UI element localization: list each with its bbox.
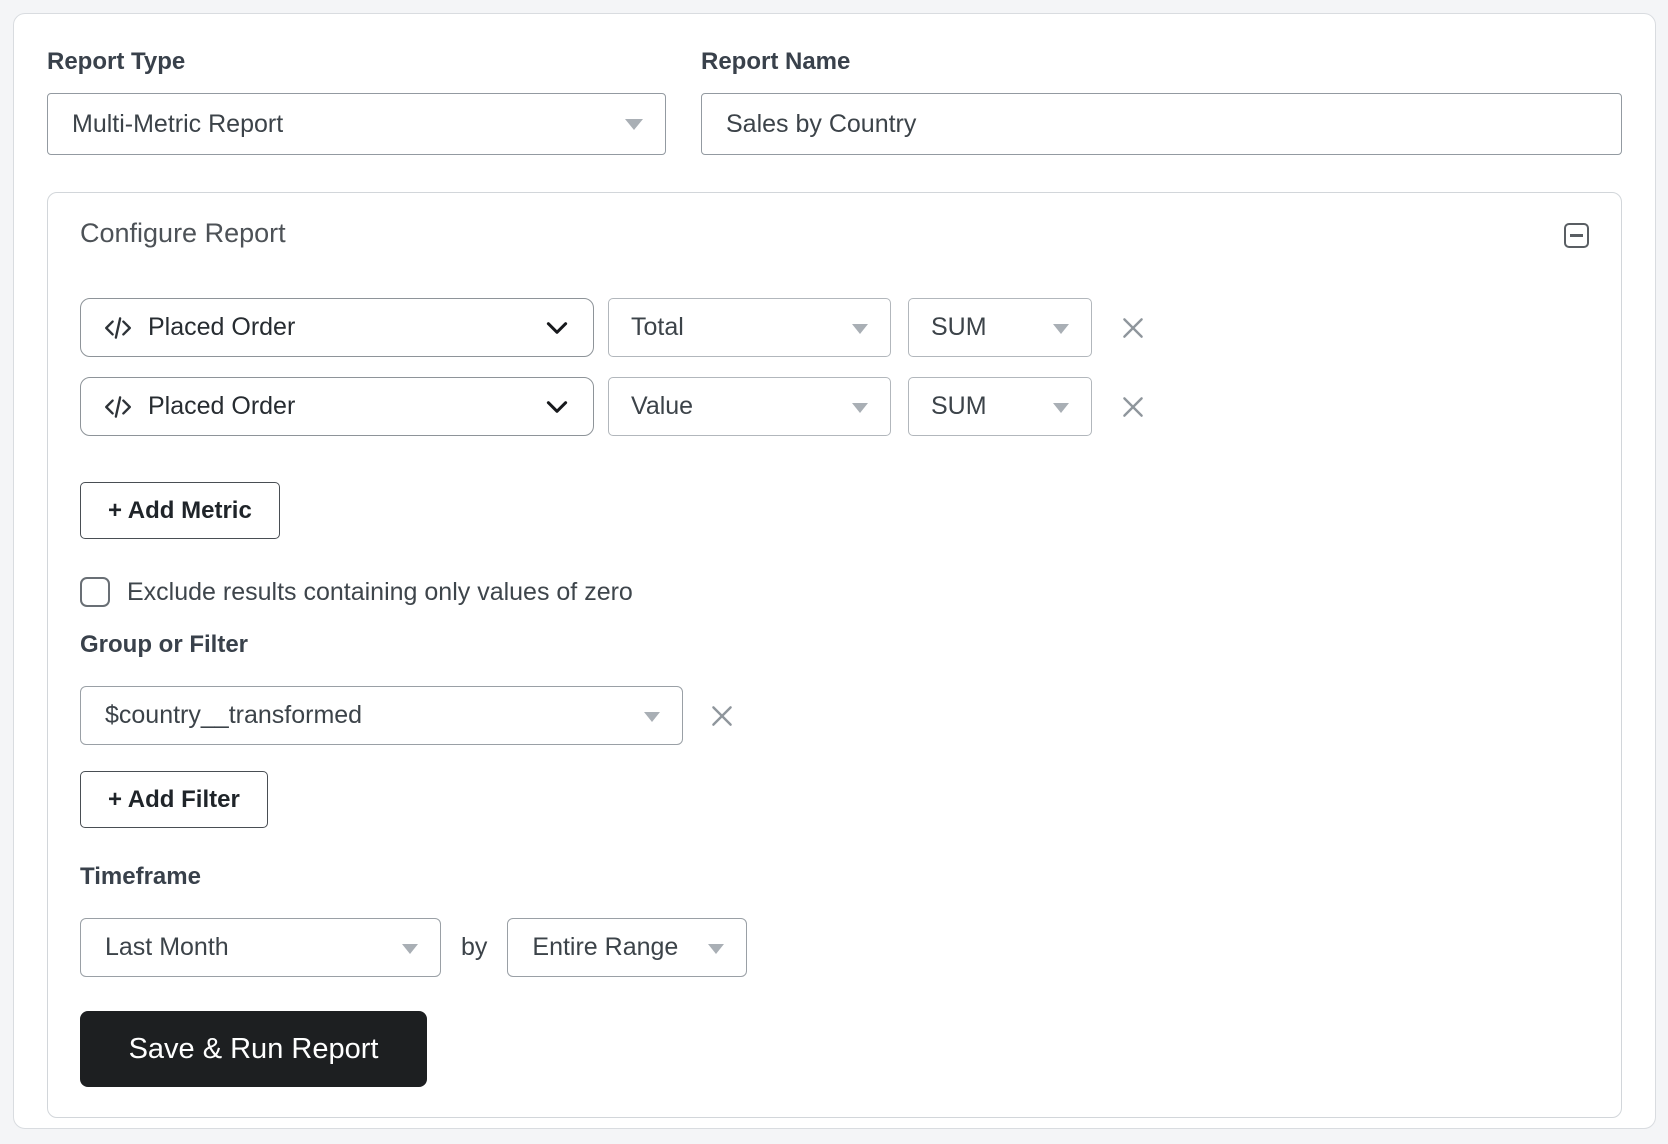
chevron-down-icon xyxy=(543,314,571,342)
chevron-down-icon xyxy=(543,393,571,421)
timeframe-label: Timeframe xyxy=(80,863,1589,891)
group-filter-value: $country__transformed xyxy=(105,701,362,730)
caret-down-icon xyxy=(644,712,660,722)
exclude-zero-row: Exclude results containing only values o… xyxy=(80,577,1589,607)
group-or-filter-label: Group or Filter xyxy=(80,631,1589,659)
top-row: Report Type Multi-Metric Report Report N… xyxy=(47,47,1622,155)
collapse-panel-button[interactable] xyxy=(1564,223,1589,248)
report-builder-card: Report Type Multi-Metric Report Report N… xyxy=(13,13,1656,1129)
report-type-select[interactable]: Multi-Metric Report xyxy=(47,93,666,155)
save-run-report-button[interactable]: Save & Run Report xyxy=(80,1011,427,1087)
caret-down-icon xyxy=(1053,324,1069,334)
close-icon xyxy=(708,702,736,730)
timeframe-range-select[interactable]: Last Month xyxy=(80,918,441,977)
caret-down-icon xyxy=(402,944,418,954)
caret-down-icon xyxy=(1053,403,1069,413)
exclude-zero-label: Exclude results containing only values o… xyxy=(127,578,633,607)
report-type-label: Report Type xyxy=(47,47,666,76)
remove-filter-button[interactable] xyxy=(707,701,737,731)
metric-attribute-select[interactable]: Total xyxy=(608,298,891,357)
configure-report-panel: Configure Report Placed Order Total xyxy=(47,192,1622,1118)
timeframe-interval-value: Entire Range xyxy=(532,933,678,962)
remove-metric-button[interactable] xyxy=(1118,313,1148,343)
timeframe-row: Last Month by Entire Range xyxy=(80,918,1589,977)
code-icon xyxy=(103,313,133,343)
metric-aggregation-value: SUM xyxy=(931,313,987,342)
metric-select-value: Placed Order xyxy=(148,313,295,342)
timeframe-by-label: by xyxy=(461,933,487,962)
close-icon xyxy=(1119,314,1147,342)
close-icon xyxy=(1119,393,1147,421)
panel-header: Configure Report xyxy=(80,217,1589,250)
code-icon xyxy=(103,392,133,422)
remove-metric-button[interactable] xyxy=(1118,392,1148,422)
caret-down-icon xyxy=(625,119,643,130)
report-name-label: Report Name xyxy=(701,47,1622,76)
add-filter-button[interactable]: + Add Filter xyxy=(80,771,268,828)
caret-down-icon xyxy=(852,324,868,334)
group-filter-row: $country__transformed xyxy=(80,686,1589,745)
timeframe-interval-select[interactable]: Entire Range xyxy=(507,918,747,977)
exclude-zero-checkbox[interactable] xyxy=(80,577,110,607)
caret-down-icon xyxy=(852,403,868,413)
metric-attribute-select[interactable]: Value xyxy=(608,377,891,436)
report-type-value: Multi-Metric Report xyxy=(72,110,283,139)
metric-aggregation-value: SUM xyxy=(931,392,987,421)
metric-aggregation-select[interactable]: SUM xyxy=(908,377,1092,436)
group-filter-select[interactable]: $country__transformed xyxy=(80,686,683,745)
metric-attribute-value: Value xyxy=(631,392,693,421)
timeframe-range-value: Last Month xyxy=(105,933,229,962)
metric-select-value: Placed Order xyxy=(148,392,295,421)
metric-attribute-value: Total xyxy=(631,313,684,342)
add-metric-button[interactable]: + Add Metric xyxy=(80,482,280,539)
caret-down-icon xyxy=(708,944,724,954)
metric-aggregation-select[interactable]: SUM xyxy=(908,298,1092,357)
configure-report-title: Configure Report xyxy=(80,217,286,250)
metric-row: Placed Order Value SUM xyxy=(80,377,1589,436)
collapse-minus-icon xyxy=(1570,234,1583,237)
metric-row: Placed Order Total SUM xyxy=(80,298,1589,357)
metric-select[interactable]: Placed Order xyxy=(80,377,594,436)
metric-select[interactable]: Placed Order xyxy=(80,298,594,357)
report-name-input[interactable] xyxy=(701,93,1622,155)
